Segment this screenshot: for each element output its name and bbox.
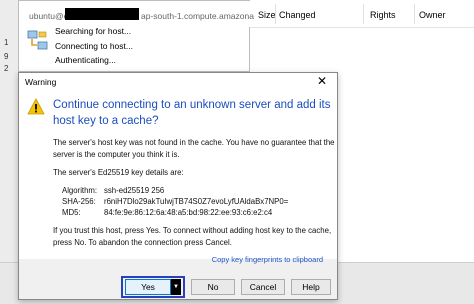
yes-button[interactable]: Yes <box>125 279 171 295</box>
step-connecting: Connecting to host... <box>55 41 133 51</box>
close-icon[interactable]: ✕ <box>317 74 327 88</box>
warning-dialog: Warning ✕ Continue connecting to an unkn… <box>18 72 338 300</box>
algorithm-label: Algorithm: <box>62 186 98 195</box>
left-mark: 1 <box>4 38 9 47</box>
column-divider[interactable] <box>414 4 415 24</box>
column-changed[interactable]: Changed <box>279 10 316 20</box>
md5-value: 84:fe:9e:86:12:6a:48:a5:bd:98:22:ee:93:c… <box>104 208 273 217</box>
step-searching: Searching for host... <box>55 26 132 36</box>
copy-fingerprints-link[interactable]: Copy key fingerprints to clipboard <box>212 255 323 264</box>
left-mark: 9 <box>4 52 9 61</box>
dialog-title-bar[interactable]: Warning ✕ <box>19 73 337 91</box>
cancel-button[interactable]: Cancel <box>241 279 285 295</box>
dialog-body: Continue connecting to an unknown server… <box>19 91 337 259</box>
warning-icon <box>27 98 45 115</box>
instructions-paragraph: If you trust this host, press Yes. To co… <box>53 226 332 247</box>
step-authenticating: Authenticating... <box>55 55 116 65</box>
file-list-header: Size Changed Rights Owner <box>250 0 474 28</box>
column-rights[interactable]: Rights <box>370 10 396 20</box>
connect-computers-icon <box>27 30 48 50</box>
no-button[interactable]: No <box>191 279 235 295</box>
algorithm-value: ssh-ed25519 256 <box>104 186 165 195</box>
help-button[interactable]: Help <box>291 279 331 295</box>
left-pane-strip: 1 9 2 <box>0 0 18 303</box>
md5-label: MD5: <box>62 208 81 217</box>
progress-title-domain: ap-south-1.compute.amazona <box>141 11 254 21</box>
column-owner[interactable]: Owner <box>419 10 446 20</box>
column-divider[interactable] <box>363 4 364 24</box>
dialog-heading: Continue connecting to an unknown server… <box>53 99 331 127</box>
progress-title-bar: ubuntu@ec2- ap-south-1.compute.amazona <box>19 1 254 27</box>
redacted-block <box>65 8 139 20</box>
sha256-value: r6niH7Dlo29akTuIwjTB74S0Z7evoLyfUAldaBx7… <box>104 197 289 206</box>
warning-paragraph: The server's host key was not found in t… <box>53 138 335 159</box>
connection-progress-window: ubuntu@ec2- ap-south-1.compute.amazona S… <box>18 0 254 72</box>
key-details-intro: The server's Ed25519 key details are: <box>53 168 184 177</box>
left-mark: 2 <box>4 64 9 73</box>
column-divider[interactable] <box>275 4 276 24</box>
dialog-title: Warning <box>25 77 57 87</box>
column-size[interactable]: Size <box>258 10 276 20</box>
yes-dropdown-arrow-icon[interactable]: ▼ <box>171 279 181 295</box>
sha256-label: SHA-256: <box>62 197 96 206</box>
